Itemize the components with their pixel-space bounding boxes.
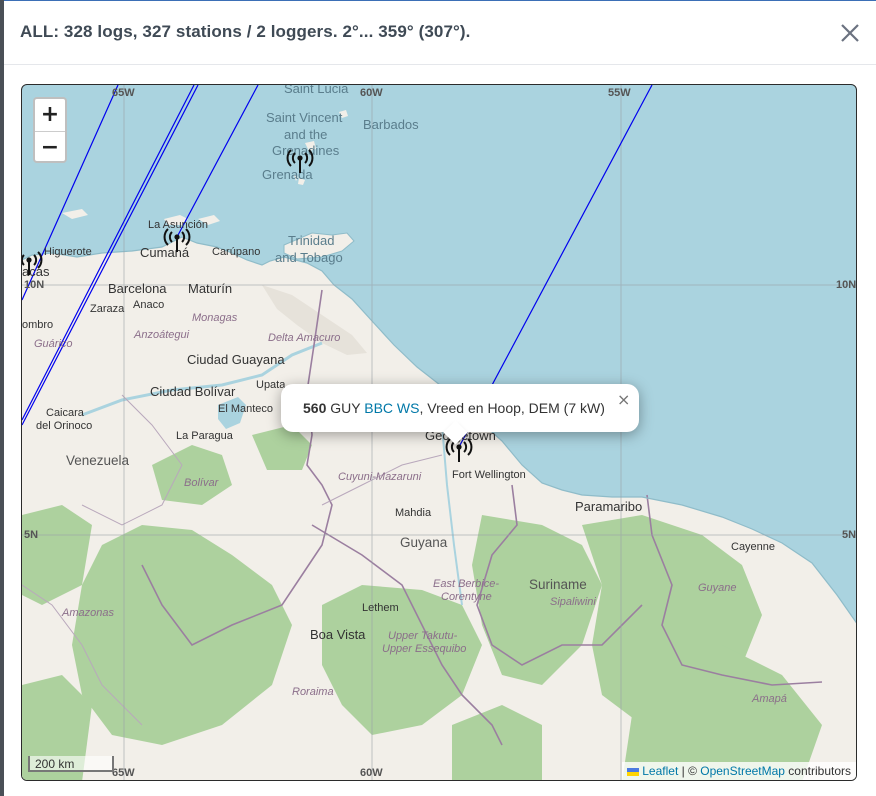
modal-header: ALL: 328 logs, 327 stations / 2 loggers.… bbox=[4, 1, 876, 65]
grid-label-10n-left: 10N bbox=[24, 279, 45, 291]
label-ombro: ombro bbox=[22, 319, 54, 331]
modal-title: ALL: 328 logs, 327 stations / 2 loggers.… bbox=[20, 22, 471, 41]
label-ciudad-bolivar: Ciudad Bolívar bbox=[150, 384, 236, 399]
station-marker-caracas[interactable] bbox=[22, 250, 44, 276]
popup-frequency: 560 bbox=[303, 400, 327, 416]
label-maturin: Maturín bbox=[188, 281, 233, 296]
popup-close-button[interactable]: × bbox=[617, 390, 630, 409]
grid-label-65w-top: 65W bbox=[112, 87, 135, 99]
label-paramaribo: Paramaribo bbox=[575, 499, 643, 514]
label-bolivar: Bolívar bbox=[184, 477, 219, 489]
popup-content: 560 GUY BBC WS, Vreed en Hoop, DEM (7 kW… bbox=[303, 400, 605, 416]
label-mahdia: Mahdia bbox=[395, 507, 432, 519]
label-saint-vincent-1: Saint Vincent bbox=[266, 110, 343, 125]
label-upper-takutu-2: Upper Essequibo bbox=[382, 643, 467, 655]
label-roraima: Roraima bbox=[292, 686, 334, 698]
popup-details: , Vreed en Hoop, DEM (7 kW) bbox=[419, 400, 605, 416]
grid-label-65w-bottom: 65W bbox=[112, 767, 135, 779]
label-saint-vincent-2: and the bbox=[284, 127, 328, 142]
label-caicara-1: Caicara bbox=[46, 407, 84, 419]
label-zaraza: Zaraza bbox=[90, 303, 125, 315]
label-east-berbice-2: Corentyne bbox=[441, 591, 492, 603]
label-boa-vista: Boa Vista bbox=[310, 627, 366, 642]
label-carupano: Carúpano bbox=[212, 246, 261, 258]
zoom-out-button[interactable]: − bbox=[35, 132, 65, 161]
zoom-in-button[interactable]: + bbox=[35, 99, 65, 132]
label-caicara-2: del Orinoco bbox=[36, 420, 93, 432]
label-guyane: Guyane bbox=[698, 582, 737, 594]
ukraine-flag-icon bbox=[627, 767, 640, 776]
label-trinidad-1: Trinidad bbox=[288, 233, 335, 248]
label-delta-amacuro: Delta Amacuro bbox=[268, 332, 341, 344]
grid-label-60w-bottom: 60W bbox=[360, 767, 383, 779]
label-east-berbice-1: East Berbice- bbox=[433, 578, 500, 590]
radio-tower-icon bbox=[163, 228, 191, 252]
label-amapa: Amapá bbox=[752, 693, 787, 705]
label-cayenne: Cayenne bbox=[731, 541, 776, 553]
grid-label-60w-top: 60W bbox=[360, 87, 383, 99]
label-higuerote: Higuerote bbox=[44, 246, 92, 258]
close-icon bbox=[841, 24, 859, 42]
radio-tower-icon bbox=[22, 251, 43, 275]
station-marker-la-asuncion[interactable] bbox=[162, 227, 192, 253]
popup-station-link[interactable]: BBC WS bbox=[364, 400, 419, 416]
label-anzoategui: Anzoátegui bbox=[134, 329, 190, 341]
grid-label-5n-right: 5N bbox=[842, 529, 857, 541]
label-cuyuni-mazaruni: Cuyuni-Mazaruni bbox=[338, 471, 422, 483]
label-trinidad-2: and Tobago bbox=[275, 250, 343, 265]
openstreetmap-link[interactable]: OpenStreetMap bbox=[700, 764, 785, 778]
radio-tower-icon bbox=[286, 149, 314, 173]
map-attribution: Leaflet | © OpenStreetMap contributors bbox=[622, 762, 856, 780]
label-barbados: Barbados bbox=[363, 117, 419, 132]
label-barcelona: Barcelona bbox=[108, 281, 167, 296]
label-la-paragua: La Paragua bbox=[176, 430, 233, 442]
grid-label-5n-left: 5N bbox=[24, 529, 39, 541]
label-el-manteco: El Manteco bbox=[218, 403, 274, 415]
label-fort-wellington: Fort Wellington bbox=[452, 469, 526, 481]
close-modal-button[interactable] bbox=[836, 19, 864, 47]
label-sipaliwini: Sipaliwini bbox=[550, 596, 596, 608]
label-guarico: Guárico bbox=[34, 338, 73, 350]
attribution-separator: | © bbox=[678, 764, 701, 778]
attribution-suffix: contributors bbox=[784, 764, 851, 778]
label-upata: Upata bbox=[256, 379, 286, 391]
label-lethem: Lethem bbox=[362, 602, 399, 614]
label-suriname: Suriname bbox=[529, 577, 587, 592]
station-marker-grenada[interactable] bbox=[285, 148, 315, 174]
map-view[interactable]: 65W 60W 55W 10N 10N 5N 5N 65W 60W Saint … bbox=[21, 84, 857, 781]
zoom-control: + − bbox=[33, 97, 67, 163]
label-amazonas: Amazonas bbox=[62, 607, 114, 619]
stations-map-modal: ALL: 328 logs, 327 stations / 2 loggers.… bbox=[4, 0, 876, 796]
grid-label-10n-right: 10N bbox=[836, 279, 857, 291]
label-upper-takutu-1: Upper Takutu- bbox=[388, 630, 458, 642]
label-venezuela: Venezuela bbox=[66, 453, 130, 468]
map-scale: 200 km bbox=[28, 756, 114, 772]
grid-label-55w-top: 55W bbox=[608, 87, 631, 99]
label-ciudad-guayana: Ciudad Guayana bbox=[187, 352, 285, 367]
leaflet-link[interactable]: Leaflet bbox=[642, 764, 678, 778]
station-popup: 560 GUY BBC WS, Vreed en Hoop, DEM (7 kW… bbox=[281, 384, 639, 445]
popup-country: GUY bbox=[326, 400, 365, 416]
label-monagas: Monagas bbox=[192, 312, 238, 324]
label-guyana: Guyana bbox=[400, 535, 448, 550]
label-anaco: Anaco bbox=[133, 299, 165, 311]
label-saint-lucia: Saint Lucia bbox=[284, 84, 349, 96]
